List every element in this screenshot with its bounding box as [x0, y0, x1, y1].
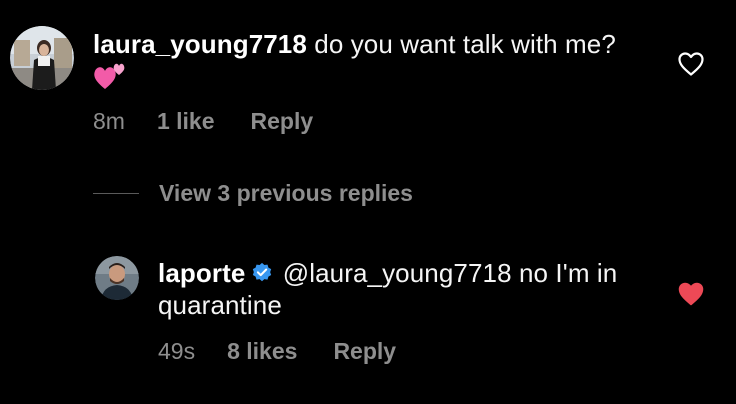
two-hearts-icon: [94, 63, 125, 89]
heart-filled-icon[interactable]: [677, 281, 705, 307]
divider: [93, 193, 139, 194]
avatar[interactable]: [10, 26, 74, 90]
reply-button[interactable]: Reply: [333, 338, 396, 365]
comment-meta: 8m 1 like Reply: [93, 108, 313, 135]
profile-photo-icon: [10, 26, 74, 90]
view-replies-label[interactable]: View 3 previous replies: [159, 180, 413, 207]
comment-body: laura_young7718 do you want talk with me…: [93, 28, 653, 92]
comment-username[interactable]: laura_young7718: [93, 29, 307, 59]
verified-badge-icon: [253, 262, 272, 282]
comment-likes[interactable]: 1 like: [157, 108, 215, 135]
avatar[interactable]: [95, 256, 139, 300]
comment-likes[interactable]: 8 likes: [227, 338, 297, 365]
heart-outline-icon[interactable]: [677, 51, 705, 77]
profile-photo-icon: [95, 256, 139, 300]
comment-time: 49s: [158, 338, 196, 364]
reply-button[interactable]: Reply: [251, 108, 314, 135]
comment-username[interactable]: laporte: [158, 258, 245, 288]
comment-body: laporte @laura_young7718 no I'm in quara…: [158, 257, 658, 321]
comment-time: 8m: [93, 108, 125, 134]
comment-meta: 49s 8 likes Reply: [158, 338, 396, 365]
comment-text: do you want talk with me?: [306, 29, 616, 59]
view-previous-replies[interactable]: View 3 previous replies: [93, 180, 413, 207]
